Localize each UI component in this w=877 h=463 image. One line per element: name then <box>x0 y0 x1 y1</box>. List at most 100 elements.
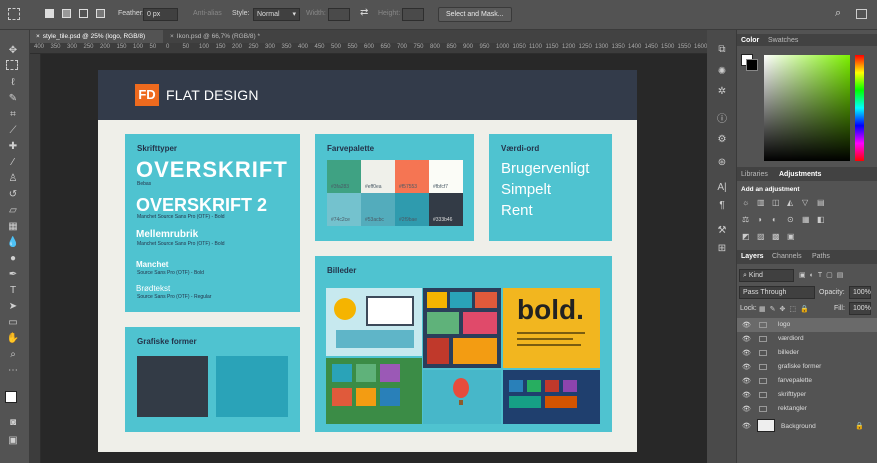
more-tools-icon[interactable]: ⋯ <box>4 364 22 378</box>
eraser-icon[interactable]: ▱ <box>4 204 22 218</box>
quick-mask-icon[interactable]: ◙ <box>4 416 22 430</box>
blend-mode-select[interactable]: Pass Through <box>739 286 815 299</box>
rectangular-marquee-icon[interactable] <box>6 60 18 70</box>
adjustment-icon[interactable]: ◐ <box>772 215 783 225</box>
path-selection-icon[interactable]: ➤ <box>4 300 22 314</box>
antialias-checkbox[interactable]: Anti-alias <box>193 10 222 17</box>
layer-row[interactable]: 👁 grafiske former <box>737 360 877 374</box>
info-icon[interactable]: ⓘ <box>715 110 729 125</box>
feather-input[interactable]: 0 px <box>143 8 178 21</box>
lasso-icon[interactable]: ℓ <box>4 76 22 90</box>
paragraph-icon[interactable]: ¶ <box>715 200 729 214</box>
visibility-icon[interactable]: 👁 <box>742 377 751 385</box>
eyedropper-icon[interactable]: ⟋ <box>4 124 22 138</box>
adjustment-icon[interactable]: ◩ <box>742 232 753 242</box>
foreground-color-swatch[interactable] <box>5 391 17 403</box>
layer-row[interactable]: 👁 farvepalette <box>737 374 877 388</box>
adjustment-icon[interactable]: ◧ <box>817 215 828 225</box>
visibility-icon[interactable]: 👁 <box>742 363 751 371</box>
brightness-icon[interactable]: ✺ <box>715 66 729 80</box>
layer-filter-select[interactable]: ⌕ Kind <box>739 269 794 282</box>
tab-color[interactable]: Color <box>741 37 759 44</box>
tab-libraries[interactable]: Libraries <box>741 171 768 178</box>
visibility-icon[interactable]: 👁 <box>742 349 751 357</box>
new-selection-icon[interactable] <box>45 9 54 18</box>
move-tool-icon[interactable]: ✥ <box>4 44 22 58</box>
adjustment-icon[interactable]: ⊙ <box>787 215 798 225</box>
hand-icon[interactable]: ✋ <box>4 332 22 346</box>
subtract-selection-icon[interactable] <box>79 9 88 18</box>
style-select[interactable]: Normal ▾ <box>253 8 300 21</box>
visibility-icon[interactable]: 👁 <box>742 422 751 430</box>
visibility-icon[interactable]: 👁 <box>742 335 751 343</box>
tab-paths[interactable]: Paths <box>812 253 830 260</box>
clone-source-icon[interactable]: ⊞ <box>715 243 729 257</box>
select-and-mask-button[interactable]: Select and Mask... <box>438 7 512 22</box>
adjustment-icon[interactable]: ▥ <box>757 198 768 208</box>
brush-preset-icon[interactable]: ⊛ <box>715 157 729 171</box>
tab-adjustments[interactable]: Adjustments <box>779 171 821 178</box>
tab-ikon[interactable]: × Ikon.psd @ 66,7% (RGB/8) * <box>164 30 294 43</box>
adjustment-icon[interactable]: ◫ <box>772 198 783 208</box>
width-input[interactable] <box>328 8 350 21</box>
history-brush-icon[interactable]: ↺ <box>4 188 22 202</box>
layer-filter-icons[interactable]: ▣◐T▢▤ <box>799 271 869 280</box>
tab-close-icon[interactable]: × <box>36 33 40 40</box>
adjustment-icon[interactable]: ◭ <box>787 198 798 208</box>
layer-row[interactable]: 👁 billeder <box>737 346 877 360</box>
adjustment-icon[interactable]: ▣ <box>787 232 798 242</box>
visibility-icon[interactable]: 👁 <box>742 391 751 399</box>
adjustment-icon[interactable]: ⚖ <box>742 215 753 225</box>
add-selection-icon[interactable] <box>62 9 71 18</box>
layer-row-background[interactable]: 👁 Background 🔒 <box>737 417 877 435</box>
properties-icon[interactable]: ⚙ <box>715 134 729 148</box>
character-icon[interactable]: A| <box>715 182 729 196</box>
tab-style-tile[interactable]: × style_tile.psd @ 25% (logo, RGB/8) <box>30 30 163 43</box>
healing-brush-icon[interactable]: ✚ <box>4 140 22 154</box>
adjustment-icon[interactable]: ▽ <box>802 198 813 208</box>
visibility-icon[interactable]: 👁 <box>742 321 751 329</box>
search-icon[interactable]: ⌕ <box>835 7 841 20</box>
clone-stamp-icon[interactable]: ♙ <box>4 172 22 186</box>
height-input[interactable] <box>402 8 424 21</box>
adjustment-icon[interactable]: ◑ <box>757 215 768 225</box>
visibility-icon[interactable]: 👁 <box>742 405 751 413</box>
tab-close-icon[interactable]: × <box>170 33 174 40</box>
tab-channels[interactable]: Channels <box>772 253 802 260</box>
background-color-chip[interactable] <box>746 59 758 71</box>
zoom-icon[interactable]: ⌕ <box>4 348 22 362</box>
opacity-input[interactable]: 100% <box>849 286 871 299</box>
lock-icons[interactable]: ▦✎✥⬚🔒 <box>759 305 819 314</box>
tool-presets-icon[interactable]: ⚒ <box>715 225 729 239</box>
marquee-tool-icon[interactable] <box>8 8 20 20</box>
quick-selection-icon[interactable]: ✎ <box>4 92 22 106</box>
tab-layers[interactable]: Layers <box>741 253 764 260</box>
layer-row[interactable]: 👁 skrifttyper <box>737 388 877 402</box>
layer-row[interactable]: 👁 logo <box>737 318 877 332</box>
tab-swatches[interactable]: Swatches <box>768 37 798 44</box>
adjustment-icon[interactable]: ☼ <box>742 198 753 208</box>
pen-icon[interactable]: ✒ <box>4 268 22 282</box>
adjustment-icon[interactable]: ▤ <box>817 198 828 208</box>
actions-icon[interactable]: ✲ <box>715 86 729 100</box>
canvas-area[interactable]: FD FLAT DESIGN Skrifttyper OVERSKRIFT Be… <box>41 54 707 463</box>
hue-slider[interactable] <box>855 55 864 161</box>
adjustment-icon[interactable]: ▦ <box>802 215 813 225</box>
brush-icon[interactable]: ⁄ <box>4 156 22 170</box>
screen-mode-icon[interactable]: ▣ <box>4 434 22 448</box>
workspace-icon[interactable] <box>856 9 867 19</box>
swap-icon[interactable]: ⇄ <box>360 7 368 18</box>
crop-icon[interactable]: ⌗ <box>4 108 22 122</box>
intersect-selection-icon[interactable] <box>96 9 105 18</box>
color-field[interactable] <box>764 55 850 161</box>
adjustment-icon[interactable]: ▩ <box>772 232 783 242</box>
layer-row[interactable]: 👁 værdiord <box>737 332 877 346</box>
gradient-icon[interactable]: ▦ <box>4 220 22 234</box>
fill-input[interactable]: 100% <box>849 302 871 315</box>
layer-row[interactable]: 👁 rektangler <box>737 402 877 416</box>
history-icon[interactable]: ⧉ <box>715 44 729 58</box>
blur-icon[interactable]: 💧 <box>4 236 22 250</box>
adjustment-icon[interactable]: ▨ <box>757 232 768 242</box>
type-tool-icon[interactable]: T <box>4 284 22 298</box>
dodge-icon[interactable]: ● <box>4 252 22 266</box>
